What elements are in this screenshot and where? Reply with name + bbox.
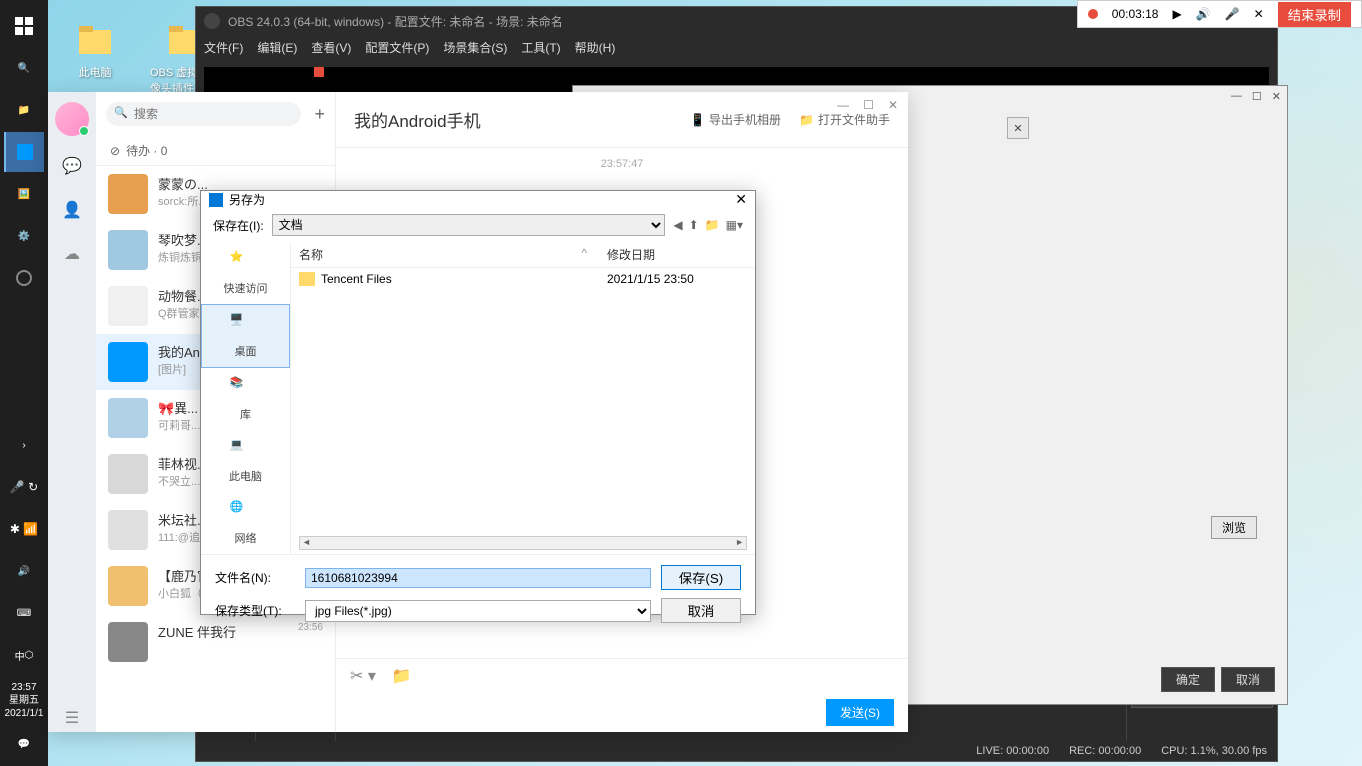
tray-volume-icon[interactable]: 🔊 <box>4 551 44 591</box>
filetype-label: 保存类型(T): <box>215 602 295 619</box>
menu-view[interactable]: 查看(V) <box>311 39 351 56</box>
horizontal-scrollbar[interactable] <box>299 536 747 550</box>
browse-button[interactable]: 浏览 <box>1211 516 1257 539</box>
menu-scenecoll[interactable]: 场景集合(S) <box>443 39 507 56</box>
windows-taskbar: 🔍 📁 🖼️ ⚙️ › 🎤 ↻ ✱ 📶 🔊 ⌨ 中 ⬡ 23:57 星期五 20… <box>0 0 48 766</box>
record-indicator-icon <box>1088 9 1098 19</box>
tray-app-icon[interactable]: ✱ 📶 <box>4 509 44 549</box>
newfolder-icon[interactable]: 📁 <box>705 218 720 232</box>
menu-edit[interactable]: 编辑(E) <box>257 39 297 56</box>
file-row[interactable]: Tencent Files 2021/1/15 23:50 <box>291 268 755 290</box>
taskbar-clock[interactable]: 23:57 星期五 2021/1/1 <box>5 677 44 724</box>
menu-profile[interactable]: 配置文件(P) <box>365 39 429 56</box>
selection-handle[interactable] <box>314 67 324 77</box>
obs-logo-icon <box>204 13 220 29</box>
qq-min-icon[interactable]: — <box>837 98 849 112</box>
menu-tools[interactable]: 工具(T) <box>521 39 560 56</box>
cancel-button[interactable]: 取消 <box>661 598 741 623</box>
contacts-tab-icon[interactable]: 👤 <box>58 196 86 224</box>
col-date[interactable]: 修改日期 <box>607 246 747 263</box>
rec-mic-icon[interactable]: 🎤 <box>1225 7 1240 21</box>
folder-icon[interactable]: 📁 <box>392 666 412 686</box>
place-libraries[interactable]: 📚库 <box>201 368 290 430</box>
task-obs-icon[interactable] <box>4 258 44 298</box>
menu-icon[interactable]: ☰ <box>58 704 86 732</box>
desktop-icon-thispc[interactable]: 此电脑 <box>60 20 130 96</box>
chat-toolbar: ✂ ▾ 📁 <box>336 658 908 692</box>
menu-file[interactable]: 文件(F) <box>204 39 243 56</box>
recording-toolbar: 00:03:18 ▶ 🔊 🎤 ✕ 结束录制 <box>1077 0 1362 28</box>
export-album-button[interactable]: 📱 导出手机相册 <box>690 111 781 128</box>
filetype-select[interactable]: jpg Files(*.jpg) <box>305 600 651 622</box>
todo-row[interactable]: ⊘ 待办 · 0 <box>96 136 335 166</box>
obs-cancel-button[interactable]: 取消 <box>1221 667 1275 692</box>
search-input[interactable] <box>106 102 301 126</box>
save-button[interactable]: 保存(S) <box>661 565 741 590</box>
lookin-label: 保存在(I): <box>213 217 264 234</box>
task-settings-icon[interactable]: ⚙️ <box>4 216 44 256</box>
filename-input[interactable] <box>305 568 651 588</box>
tray-mic-icon[interactable]: 🎤 ↻ <box>4 467 44 507</box>
place-desktop[interactable]: 🖥️桌面 <box>201 304 290 368</box>
qq-max-icon[interactable]: ☐ <box>863 98 874 112</box>
obs-ok-button[interactable]: 确定 <box>1161 667 1215 692</box>
cut-icon[interactable]: ✂ ▾ <box>350 666 376 686</box>
chat-timestamp: 23:57:47 <box>336 148 908 180</box>
task-photos-icon[interactable]: 🖼️ <box>4 174 44 214</box>
saveas-close-icon[interactable]: ✕ <box>735 191 747 208</box>
tray-ime[interactable]: 中 ⬡ <box>4 635 44 675</box>
dlg-max-icon[interactable]: ☐ <box>1252 90 1262 103</box>
place-quick[interactable]: ⭐快速访问 <box>201 242 290 304</box>
tray-keyboard-icon[interactable]: ⌨ <box>4 593 44 633</box>
col-name[interactable]: 名称 <box>299 246 581 263</box>
up-icon[interactable]: ⬆ <box>689 218 699 232</box>
record-time: 00:03:18 <box>1112 7 1159 21</box>
filename-label: 文件名(N): <box>215 569 295 586</box>
rec-close-icon[interactable]: ✕ <box>1254 7 1264 21</box>
start-button[interactable] <box>4 6 44 46</box>
place-thispc[interactable]: 💻此电脑 <box>201 430 290 492</box>
task-search-icon[interactable]: 🔍 <box>4 48 44 88</box>
save-as-dialog: 另存为 ✕ 保存在(I): 文档 ◀ ⬆ 📁 ▦▾ ⭐快速访问 🖥️桌面 📚库 … <box>200 190 756 615</box>
obs-statusbar: LIVE: 00:00:00 REC: 00:00:00 CPU: 1.1%, … <box>196 741 1277 761</box>
obs-menubar: 文件(F) 编辑(E) 查看(V) 配置文件(P) 场景集合(S) 工具(T) … <box>196 35 1277 59</box>
chat-title: 我的Android手机 <box>354 107 481 132</box>
places-bar: ⭐快速访问 🖥️桌面 📚库 💻此电脑 🌐网络 <box>201 242 291 554</box>
open-file-helper-button[interactable]: 📁 打开文件助手 <box>799 111 890 128</box>
rec-volume-icon[interactable]: 🔊 <box>1196 7 1211 21</box>
views-icon[interactable]: ▦▾ <box>726 218 743 232</box>
qq-sidebar: 💬 👤 ☁ ☰ <box>48 92 96 732</box>
add-icon[interactable]: + <box>314 104 325 125</box>
back-icon[interactable]: ◀ <box>673 218 682 232</box>
tray-up-icon[interactable]: › <box>4 425 44 465</box>
menu-help[interactable]: 帮助(H) <box>575 39 616 56</box>
folder-icon <box>75 20 115 60</box>
saveas-title: 另存为 <box>229 191 265 208</box>
task-explorer-icon[interactable]: 📁 <box>4 90 44 130</box>
fav-tab-icon[interactable]: ☁ <box>58 240 86 268</box>
tray-notifications-icon[interactable]: 💬 <box>4 724 44 764</box>
dlg-min-icon[interactable]: — <box>1231 90 1242 103</box>
send-button[interactable]: 发送(S) <box>826 699 894 726</box>
folder-icon <box>299 272 315 286</box>
obs-props-close-icon[interactable]: ✕ <box>1007 117 1029 139</box>
stop-record-button[interactable]: 结束录制 <box>1278 2 1351 27</box>
lookin-select[interactable]: 文档 <box>272 214 666 236</box>
task-app1-icon[interactable] <box>4 132 44 172</box>
dlg-close-icon[interactable]: ✕ <box>1272 90 1281 103</box>
chat-tab-icon[interactable]: 💬 <box>58 152 86 180</box>
save-icon <box>209 193 223 207</box>
rec-pause-icon[interactable]: ▶ <box>1172 7 1181 21</box>
place-network[interactable]: 🌐网络 <box>201 492 290 554</box>
user-avatar[interactable] <box>55 102 89 136</box>
qq-close-icon[interactable]: ✕ <box>888 98 898 112</box>
